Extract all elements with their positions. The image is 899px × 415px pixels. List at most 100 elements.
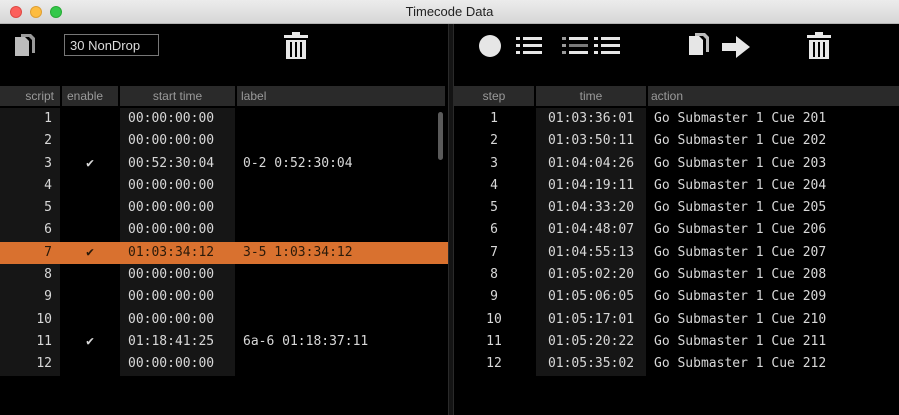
right-toolbar [454,24,899,66]
frame-rate-field[interactable]: 30 NonDrop [64,34,159,56]
header-step[interactable]: step [454,86,534,106]
script-number-cell: 3 [0,152,60,175]
step-time-cell: 01:03:50:11 [536,130,646,153]
step-number-cell: 11 [486,333,502,349]
enable-checkbox-cell[interactable]: ✔ [62,331,118,353]
table-row[interactable]: 7 01:04:55:13 Go Submaster 1 Cue 207 [454,241,899,265]
label-cell [237,264,437,286]
table-row[interactable]: 3 01:04:04:26 Go Submaster 1 Cue 203 [454,152,899,175]
label-cell: 3-5 1:03:34:12 [243,244,353,260]
step-number-cell: 7 [490,244,498,260]
table-row[interactable]: 8 01:05:02:20 Go Submaster 1 Cue 208 [454,264,899,287]
script-number-cell: 4 [0,174,60,198]
start-time-cell: 00:00:00:00 [120,308,235,331]
table-row[interactable]: 4 00:00:00:00 [0,174,448,198]
script-number-cell: 5 [0,197,60,220]
step-action-cell: Go Submaster 1 Cue 203 [654,155,827,171]
start-time-cell: 00:00:00:00 [120,286,235,309]
record-icon[interactable] [478,34,502,58]
table-row[interactable]: 4 01:04:19:11 Go Submaster 1 Cue 204 [454,174,899,198]
header-enable[interactable]: enable [62,86,118,106]
trash-icon[interactable] [283,32,309,60]
table-row[interactable]: 5 00:00:00:00 [0,197,448,220]
table-row[interactable]: 10 01:05:17:01 Go Submaster 1 Cue 210 [454,308,899,331]
title-bar[interactable]: Timecode Data [0,0,899,24]
table-row[interactable]: 2 00:00:00:00 [0,130,448,153]
table-row[interactable]: 3 ✔ 00:52:30:04 0-2 0:52:30:04 [0,152,448,175]
label-cell [237,130,437,152]
step-time-cell: 01:03:36:01 [536,108,646,131]
enable-checkbox-cell[interactable] [62,219,118,241]
step-number-cell: 2 [490,133,498,149]
step-time-cell: 01:05:02:20 [536,264,646,287]
script-number-cell: 11 [0,330,60,354]
step-action-cell: Go Submaster 1 Cue 202 [654,133,827,149]
step-time-cell: 01:05:06:05 [536,286,646,309]
label-cell [237,286,437,308]
step-number-cell: 8 [490,267,498,283]
header-time[interactable]: time [536,86,646,106]
enable-checkbox-cell[interactable] [62,286,118,308]
step-action-cell: Go Submaster 1 Cue 212 [654,356,827,372]
script-number-cell: 7 [44,244,52,260]
label-cell [237,309,437,331]
enable-checkbox-cell[interactable] [62,130,118,152]
step-number-cell: 9 [490,289,498,305]
header-label[interactable]: label [237,86,445,106]
start-time-cell: 00:00:00:00 [120,264,235,287]
copy-icon[interactable] [686,33,712,59]
header-action[interactable]: action [648,86,899,106]
table-row[interactable]: 1 01:03:36:01 Go Submaster 1 Cue 201 [454,108,899,131]
left-scrollbar[interactable] [438,112,443,160]
left-table-header: script enable start time label [0,86,448,106]
label-cell: 6a-6 01:18:37:11 [243,333,369,349]
step-time-cell: 01:04:04:26 [536,152,646,175]
table-row[interactable]: 1 00:00:00:00 [0,108,448,131]
header-start-time[interactable]: start time [120,86,235,106]
step-number-cell: 4 [490,177,498,193]
script-number-cell: 8 [0,264,60,287]
enable-checkbox-cell[interactable] [62,197,118,219]
step-time-cell: 01:05:35:02 [536,353,646,376]
start-time-cell: 00:00:00:00 [120,108,235,131]
label-cell [237,175,437,197]
enable-checkbox-cell[interactable] [62,175,118,197]
enable-checkbox-cell[interactable] [62,108,118,130]
arrow-right-icon[interactable] [722,36,750,58]
copy-icon[interactable] [12,34,38,60]
table-row[interactable]: 11 01:05:20:22 Go Submaster 1 Cue 211 [454,330,899,354]
label-cell [237,219,437,241]
label-cell [237,108,437,130]
start-time-cell: 00:00:00:00 [120,353,235,376]
table-row[interactable]: 7 ✔ 01:03:34:12 3-5 1:03:34:12 [0,241,448,265]
enable-checkbox-cell[interactable]: ✔ [62,242,118,264]
table-row[interactable]: 12 00:00:00:00 [0,353,448,376]
table-row[interactable]: 10 00:00:00:00 [0,308,448,331]
list-icon[interactable] [516,36,542,56]
table-row[interactable]: 2 01:03:50:11 Go Submaster 1 Cue 202 [454,130,899,153]
step-action-cell: Go Submaster 1 Cue 204 [654,177,827,193]
header-script[interactable]: script [0,86,60,106]
list-dim-icon[interactable] [562,36,588,56]
script-number-cell: 9 [0,286,60,309]
script-number-cell: 10 [0,308,60,331]
table-row[interactable]: 5 01:04:33:20 Go Submaster 1 Cue 205 [454,197,899,220]
enable-checkbox-cell[interactable] [62,353,118,375]
table-row[interactable]: 12 01:05:35:02 Go Submaster 1 Cue 212 [454,353,899,376]
label-cell [237,353,437,375]
step-action-cell: Go Submaster 1 Cue 205 [654,200,827,216]
list-icon[interactable] [594,36,620,56]
step-action-cell: Go Submaster 1 Cue 206 [654,222,827,238]
table-row[interactable]: 9 01:05:06:05 Go Submaster 1 Cue 209 [454,286,899,309]
script-number-cell: 6 [0,219,60,242]
table-row[interactable]: 8 00:00:00:00 [0,264,448,287]
table-row[interactable]: 6 00:00:00:00 [0,219,448,242]
enable-checkbox-cell[interactable] [62,264,118,286]
table-row[interactable]: 9 00:00:00:00 [0,286,448,309]
table-row[interactable]: 11 ✔ 01:18:41:25 6a-6 01:18:37:11 [0,330,448,354]
enable-checkbox-cell[interactable]: ✔ [62,153,118,175]
trash-icon[interactable] [806,32,832,60]
step-number-cell: 5 [490,200,498,216]
enable-checkbox-cell[interactable] [62,309,118,331]
table-row[interactable]: 6 01:04:48:07 Go Submaster 1 Cue 206 [454,219,899,242]
